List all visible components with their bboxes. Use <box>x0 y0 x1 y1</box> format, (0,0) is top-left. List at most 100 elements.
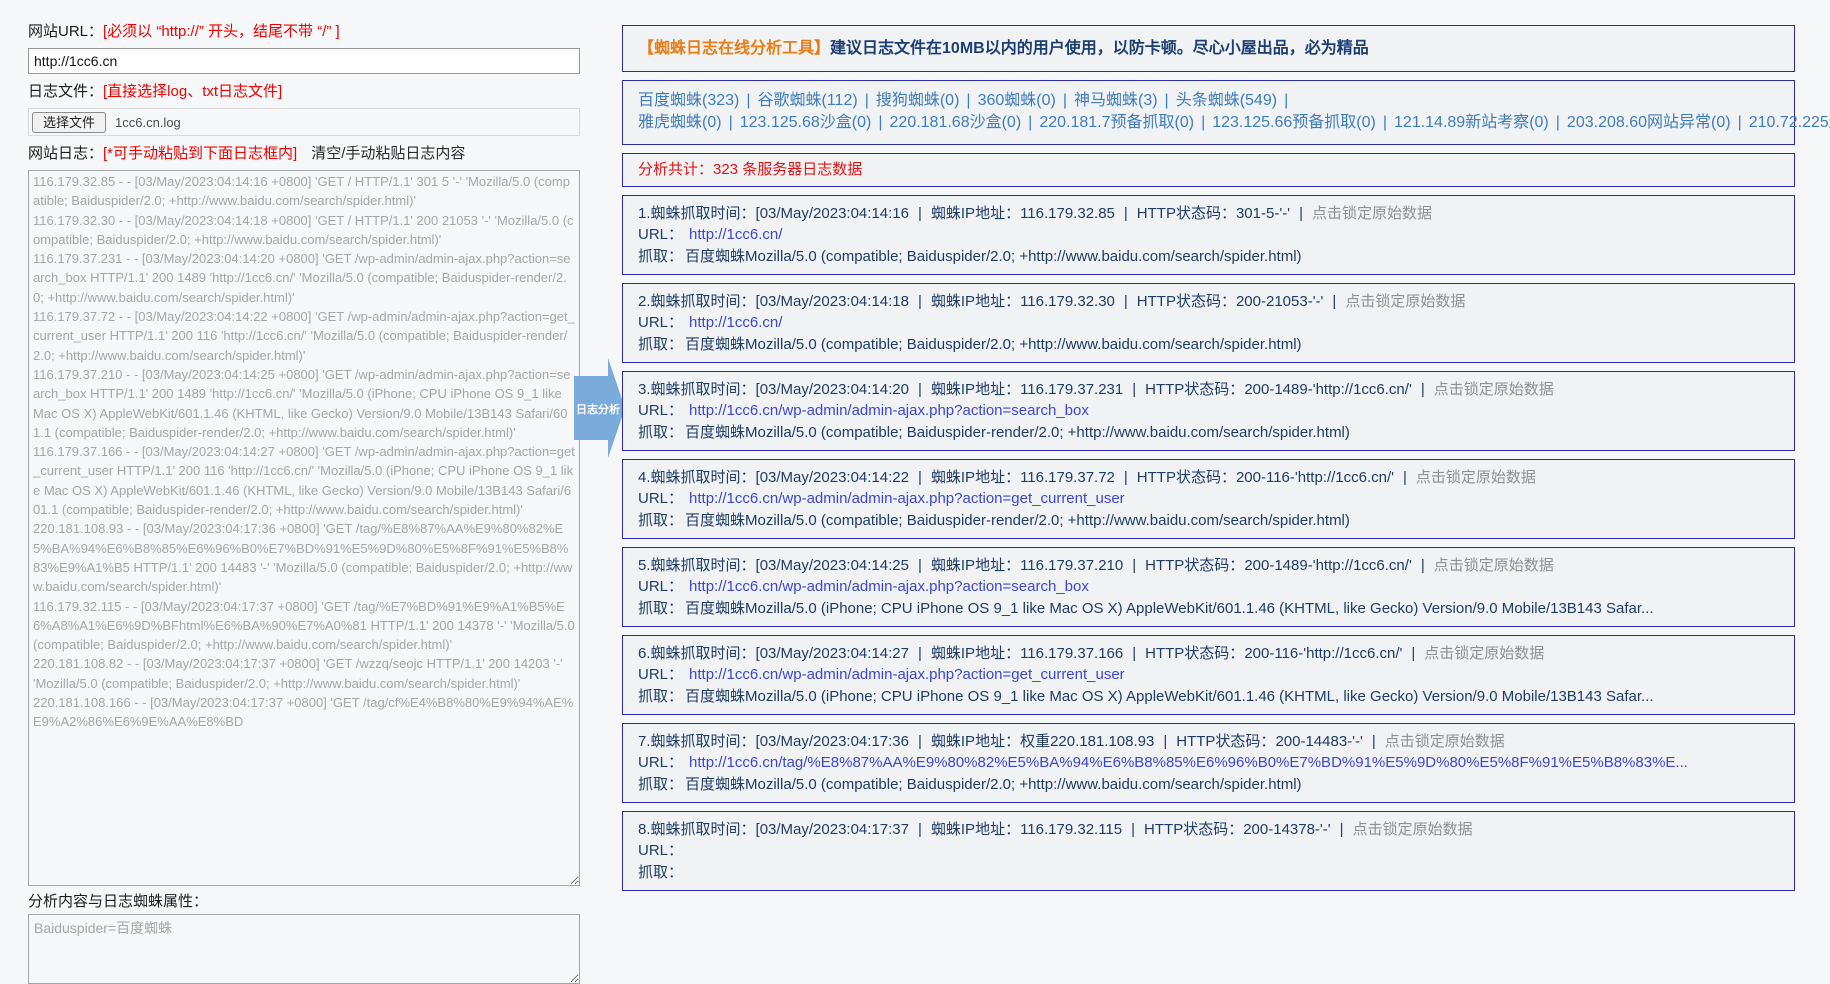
separator: | <box>1132 381 1136 398</box>
log-hint: [*可手动粘贴到下面日志框内] <box>103 145 297 162</box>
file-input[interactable]: 选择文件 1cc6.cn.log <box>28 108 580 136</box>
choose-file-button[interactable]: 选择文件 <box>32 112 106 133</box>
entry-url-label: URL： <box>638 666 683 683</box>
separator: | <box>966 92 970 109</box>
spider-stat-link[interactable]: 123.125.66预备抓取(0) <box>1212 114 1376 131</box>
entry-status-value: 200-21053-'-' <box>1236 293 1323 310</box>
lock-raw-data-link[interactable]: 点击锁定原始数据 <box>1312 205 1432 222</box>
spider-stat-link[interactable]: 210.72.225巡逻(0) <box>1749 114 1830 131</box>
separator: | <box>918 293 922 310</box>
log-entry: 6.蜘蛛抓取时间：[03/May/2023:04:14:27|蜘蛛IP地址：11… <box>622 635 1795 715</box>
spider-stat-link[interactable]: 121.14.89新站考察(0) <box>1394 114 1549 131</box>
separator: | <box>1421 381 1425 398</box>
separator: | <box>1411 645 1415 662</box>
lock-raw-data-link[interactable]: 点击锁定原始数据 <box>1345 293 1465 310</box>
spider-stat-link[interactable]: 123.125.68沙盒(0) <box>740 114 872 131</box>
log-analysis-arrow: 日志分析 <box>574 358 626 458</box>
arrow-label: 日志分析 <box>576 401 620 417</box>
entry-status-label: HTTP状态码： <box>1137 293 1236 310</box>
entry-url-link[interactable]: http://1cc6.cn/ <box>689 314 782 331</box>
entry-ua-value: 百度蜘蛛Mozilla/5.0 (compatible; Baiduspider… <box>685 336 1302 353</box>
spider-stat-link[interactable]: 203.208.60网站异常(0) <box>1567 114 1731 131</box>
file-label: 日志文件： <box>28 83 103 100</box>
lock-raw-data-link[interactable]: 点击锁定原始数据 <box>1385 733 1505 750</box>
entry-ua-label: 抓取： <box>638 776 683 793</box>
separator: | <box>1738 114 1742 131</box>
entry-url-label: URL： <box>638 754 683 771</box>
entry-url-link[interactable]: http://1cc6.cn/tag/%E8%87%AA%E9%80%82%E5… <box>689 754 1688 771</box>
entry-status-label: HTTP状态码： <box>1145 645 1244 662</box>
log-input-form: 网站URL：[必须以 “http://” 开头，结尾不带 “/” ] 日志文件：… <box>28 22 580 984</box>
entry-time-value: [03/May/2023:04:17:37 <box>756 821 909 838</box>
entry-ip-label: 蜘蛛IP地址： <box>931 645 1020 662</box>
entry-url-label: URL： <box>638 226 683 243</box>
entry-url-label: URL： <box>638 402 683 419</box>
lock-raw-data-link[interactable]: 点击锁定原始数据 <box>1434 381 1554 398</box>
lock-raw-data-link[interactable]: 点击锁定原始数据 <box>1424 645 1544 662</box>
entry-ua-value: 百度蜘蛛Mozilla/5.0 (compatible; Baiduspider… <box>685 776 1302 793</box>
log-entry: 7.蜘蛛抓取时间：[03/May/2023:04:17:36|蜘蛛IP地址：权重… <box>622 723 1795 803</box>
spider-stat-link[interactable]: 搜狗蜘蛛(0) <box>876 92 960 109</box>
entry-status-value: 200-14378-'-' <box>1243 821 1330 838</box>
analysis-total: 分析共计：323 条服务器日志数据 <box>622 153 1795 187</box>
entry-ua-label: 抓取： <box>638 512 683 529</box>
entry-url-link[interactable]: http://1cc6.cn/wp-admin/admin-ajax.php?a… <box>689 666 1125 683</box>
separator: | <box>1332 293 1336 310</box>
entry-ip-label: 蜘蛛IP地址： <box>931 821 1020 838</box>
entry-url-line: URL：http://1cc6.cn/wp-admin/admin-ajax.p… <box>638 488 1779 509</box>
entry-meta-line: 2.蜘蛛抓取时间：[03/May/2023:04:14:18|蜘蛛IP地址：11… <box>638 291 1779 312</box>
separator: | <box>1372 733 1376 750</box>
entry-time-value: [03/May/2023:04:17:36 <box>756 733 909 750</box>
spider-stat-link[interactable]: 220.181.7预备抓取(0) <box>1039 114 1194 131</box>
entry-number: 8. <box>638 821 651 838</box>
url-label: 网站URL： <box>28 23 103 40</box>
entry-ip-value: 116.179.32.85 <box>1020 205 1115 222</box>
entry-url-line: URL：http://1cc6.cn/wp-admin/admin-ajax.p… <box>638 576 1779 597</box>
entry-ua-line: 抓取：百度蜘蛛Mozilla/5.0 (compatible; Baiduspi… <box>638 774 1779 795</box>
entry-status-value: 200-116-'http://1cc6.cn/' <box>1236 469 1394 486</box>
entry-meta-line: 6.蜘蛛抓取时间：[03/May/2023:04:14:27|蜘蛛IP地址：11… <box>638 643 1779 664</box>
entry-ua-label: 抓取： <box>638 248 683 265</box>
entry-ip-label: 蜘蛛IP地址： <box>931 557 1020 574</box>
entry-url-line: URL： http://1cc6.cn/wp-admin/admin-ajax.p… <box>638 664 1779 685</box>
spider-stat-link[interactable]: 雅虎蜘蛛(0) <box>638 114 722 131</box>
entry-time-label: 蜘蛛抓取时间： <box>651 557 756 574</box>
spider-stat-link[interactable]: 头条蜘蛛(549) <box>1176 92 1277 109</box>
analysis-results-panel: 【蜘蛛日志在线分析工具】建议日志文件在10MB以内的用户使用，以防卡顿。尽心小屋… <box>622 25 1795 899</box>
entry-time-label: 蜘蛛抓取时间： <box>651 821 756 838</box>
spider-stat-link[interactable]: 百度蜘蛛(323) <box>638 92 739 109</box>
entry-ip-value: 权重220.181.108.93 <box>1020 733 1154 750</box>
spider-attr-textarea[interactable]: Baiduspider=百度蜘蛛 <box>28 914 580 984</box>
entry-number: 1. <box>638 205 651 222</box>
separator: | <box>1201 114 1205 131</box>
lock-raw-data-link[interactable]: 点击锁定原始数据 <box>1353 821 1473 838</box>
log-entry: 4.蜘蛛抓取时间：[03/May/2023:04:14:22|蜘蛛IP地址：11… <box>622 459 1795 539</box>
lock-raw-data-link[interactable]: 点击锁定原始数据 <box>1434 557 1554 574</box>
spider-stat-link[interactable]: 谷歌蜘蛛(112) <box>758 92 858 109</box>
log-content-textarea[interactable]: 116.179.32.85 - - [03/May/2023:04:14:16 … <box>28 170 580 886</box>
clear-paste-log-link[interactable]: 清空/手动粘贴日志内容 <box>311 145 465 162</box>
separator: | <box>1124 469 1128 486</box>
entry-url-link[interactable]: http://1cc6.cn/wp-admin/admin-ajax.php?a… <box>689 578 1089 595</box>
entry-status-value: 200-1489-'http://1cc6.cn/' <box>1244 557 1412 574</box>
entry-url-link[interactable]: http://1cc6.cn/wp-admin/admin-ajax.php?a… <box>689 402 1089 419</box>
entry-ip-label: 蜘蛛IP地址： <box>931 205 1020 222</box>
entry-url-link[interactable]: http://1cc6.cn/wp-admin/admin-ajax.php?a… <box>689 490 1125 507</box>
log-entry: 5.蜘蛛抓取时间：[03/May/2023:04:14:25|蜘蛛IP地址：11… <box>622 547 1795 627</box>
lock-raw-data-link[interactable]: 点击锁定原始数据 <box>1416 469 1536 486</box>
website-url-input[interactable] <box>28 48 580 74</box>
entry-time-label: 蜘蛛抓取时间： <box>651 381 756 398</box>
results-header: 【蜘蛛日志在线分析工具】建议日志文件在10MB以内的用户使用，以防卡顿。尽心小屋… <box>622 25 1795 72</box>
entry-ip-value: 116.179.37.72 <box>1020 469 1115 486</box>
separator: | <box>1299 205 1303 222</box>
entry-ua-line: 抓取：百度蜘蛛Mozilla/5.0 (compatible; Baiduspi… <box>638 334 1779 355</box>
separator: | <box>1165 92 1169 109</box>
entry-ua-line: 抓取： <box>638 862 1779 883</box>
spider-stat-link[interactable]: 360蜘蛛(0) <box>978 92 1056 109</box>
spider-stat-link[interactable]: 神马蜘蛛(3) <box>1074 92 1158 109</box>
entry-url-link[interactable]: http://1cc6.cn/ <box>689 226 782 243</box>
separator: | <box>1403 469 1407 486</box>
spider-stat-link[interactable]: 220.181.68沙盒(0) <box>890 114 1022 131</box>
entry-number: 3. <box>638 381 651 398</box>
entry-time-value: [03/May/2023:04:14:22 <box>756 469 909 486</box>
